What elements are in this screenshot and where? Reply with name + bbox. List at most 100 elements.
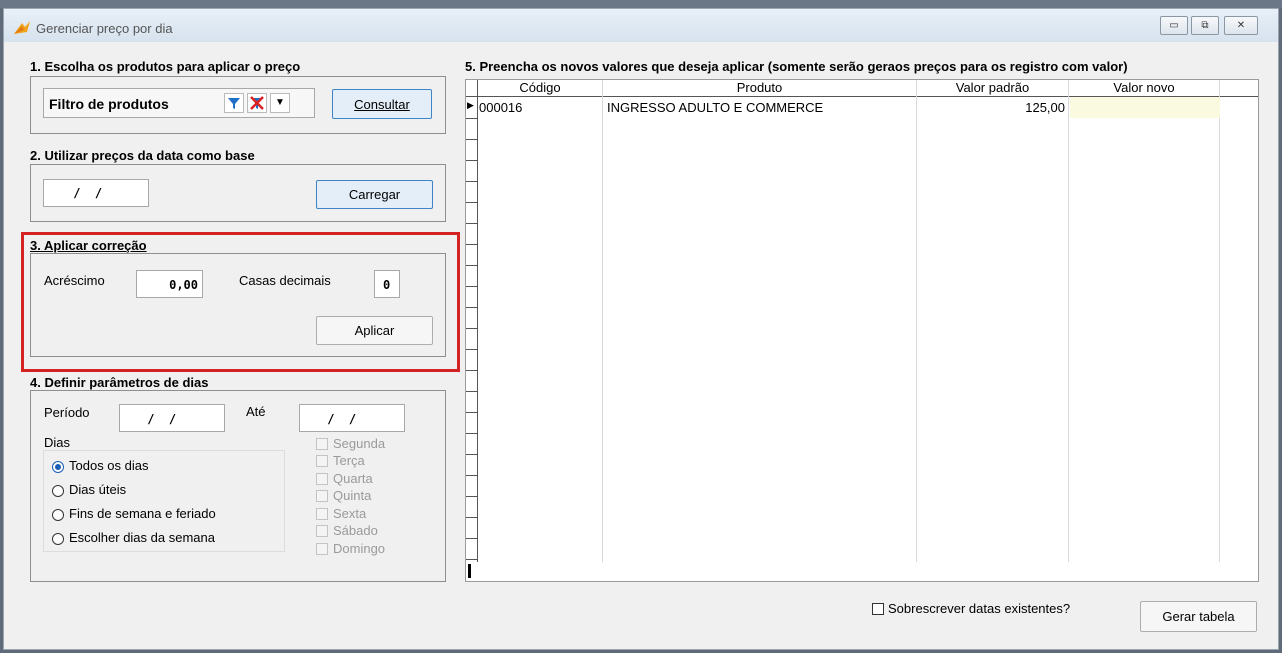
weekday-label: Domingo <box>333 541 386 556</box>
grid-row-line <box>466 391 478 392</box>
grid-row-line <box>466 223 478 224</box>
clear-filter-icon <box>250 96 264 110</box>
grid-row-line <box>466 349 478 350</box>
weekday-checkbox <box>316 455 328 467</box>
header-valor-novo[interactable]: Valor novo <box>1069 80 1219 95</box>
weekday-label: Terça <box>333 453 365 468</box>
window-title: Gerenciar preço por dia <box>36 21 173 36</box>
until-input[interactable]: / / <box>299 404 405 432</box>
days-label: Dias <box>44 435 71 450</box>
weekday-checkbox <box>316 508 328 520</box>
grid-row-line <box>466 454 478 455</box>
dropdown-arrow-icon: ▼ <box>275 97 285 108</box>
filter-icon <box>228 98 240 109</box>
gerar-tabela-button[interactable]: Gerar tabela <box>1140 601 1257 632</box>
grid-row-line <box>466 475 478 476</box>
table-row[interactable]: ▶ 000016 INGRESSO ADULTO E COMMERCE 125,… <box>466 97 1258 118</box>
carregar-button[interactable]: Carregar <box>316 180 433 209</box>
grid-column-line <box>1219 80 1220 562</box>
header-codigo[interactable]: Código <box>478 80 602 95</box>
grid-row-line <box>466 286 478 287</box>
cell-produto[interactable]: INGRESSO ADULTO E COMMERCE <box>607 100 823 115</box>
weekday-label: Quarta <box>333 471 373 486</box>
overwrite-checkbox[interactable] <box>872 603 884 615</box>
close-icon: ✕ <box>1236 19 1246 31</box>
grid-row-line <box>466 244 478 245</box>
radio-label: Todos os dias <box>69 458 149 473</box>
radio-button[interactable] <box>52 533 64 545</box>
grid-row-line <box>466 139 478 140</box>
highlight-box <box>21 232 460 372</box>
grid-header: Código Produto Valor padrão Valor novo <box>466 80 1258 97</box>
minimize-button[interactable]: ▭ <box>1160 16 1188 35</box>
section4-title: 4. Definir parâmetros de dias <box>30 375 209 390</box>
period-value: / / <box>140 412 177 426</box>
filter-dropdown-button[interactable]: ▼ <box>270 93 290 113</box>
weekday-checkbox <box>316 543 328 555</box>
values-grid[interactable]: Código Produto Valor padrão Valor novo ▶… <box>465 79 1259 582</box>
grid-row-line <box>466 160 478 161</box>
header-produto[interactable]: Produto <box>603 80 916 95</box>
weekday-label: Quinta <box>333 488 372 503</box>
radio-label: Fins de semana e feriado <box>69 506 216 521</box>
filter-label: Filtro de produtos <box>49 96 169 112</box>
grid-row-line <box>466 181 478 182</box>
weekday-label: Sábado <box>333 523 378 538</box>
radio-button[interactable] <box>52 509 64 521</box>
weekday-checkbox <box>316 438 328 450</box>
filter-button[interactable] <box>224 93 244 113</box>
grid-column-line <box>477 80 478 562</box>
base-date-input[interactable]: / / <box>43 179 149 207</box>
radio-button[interactable] <box>52 461 64 473</box>
product-filter-box: Filtro de produtos ▼ <box>43 88 315 118</box>
radio-label: Dias úteis <box>69 482 127 497</box>
grid-row-line <box>466 202 478 203</box>
minimize-icon: ▭ <box>1169 19 1179 31</box>
grid-row-line <box>466 370 478 371</box>
cell-valor-novo[interactable] <box>1070 97 1220 118</box>
radio-label: Escolher dias da semana <box>69 530 215 545</box>
weekday-label: Segunda <box>333 436 386 451</box>
grid-row-line <box>466 517 478 518</box>
grid-row-line <box>466 433 478 434</box>
grid-row-line <box>466 328 478 329</box>
until-label: Até <box>246 404 266 419</box>
grid-column-line <box>1068 80 1069 562</box>
grid-row-line <box>466 265 478 266</box>
app-logo-icon <box>14 21 30 34</box>
grid-cursor <box>468 564 471 578</box>
grid-row-line <box>466 307 478 308</box>
weekday-checkbox <box>316 525 328 537</box>
grid-column-line <box>602 80 603 562</box>
consultar-label: Consultar <box>354 96 410 112</box>
restore-button[interactable]: ⧉ <box>1191 16 1219 35</box>
restore-icon: ⧉ <box>1201 19 1209 31</box>
carregar-label: Carregar <box>348 187 401 202</box>
section2-group: / / Carregar <box>30 164 446 222</box>
grid-column-line <box>916 80 917 562</box>
section4-group: Período / / Até / / Dias Todos os dias D… <box>30 390 446 582</box>
clear-filter-button[interactable] <box>247 93 267 113</box>
weekday-label: Sexta <box>333 506 367 521</box>
section2-title: 2. Utilizar preços da data como base <box>30 148 255 163</box>
section5-title: 5. Preencha os novos valores que deseja … <box>465 59 1128 74</box>
radio-button[interactable] <box>52 485 64 497</box>
cell-codigo[interactable]: 000016 <box>479 100 522 115</box>
cell-valor-padrao[interactable]: 125,00 <box>917 100 1065 115</box>
header-valor-padrao[interactable]: Valor padrão <box>917 80 1068 95</box>
consultar-button[interactable]: Consultar <box>332 89 432 119</box>
row-pointer-icon: ▶ <box>467 100 474 110</box>
close-button[interactable]: ✕ <box>1224 16 1258 35</box>
overwrite-label: Sobrescrever datas existentes? <box>888 601 1071 616</box>
gerar-tabela-label: Gerar tabela <box>1162 609 1235 624</box>
period-input[interactable]: / / <box>119 404 225 432</box>
grid-row-line <box>466 559 478 560</box>
grid-row-line <box>466 538 478 539</box>
section1-title: 1. Escolha os produtos para aplicar o pr… <box>30 59 301 74</box>
weekday-checkbox <box>316 490 328 502</box>
grid-row-line <box>466 496 478 497</box>
days-radio-group: Todos os dias Dias úteis Fins de semana … <box>43 450 285 552</box>
base-date-value: / / <box>66 186 103 200</box>
title-bar: Gerenciar preço por dia ▭ ⧉ ✕ <box>4 9 1278 42</box>
grid-row-line <box>466 412 478 413</box>
